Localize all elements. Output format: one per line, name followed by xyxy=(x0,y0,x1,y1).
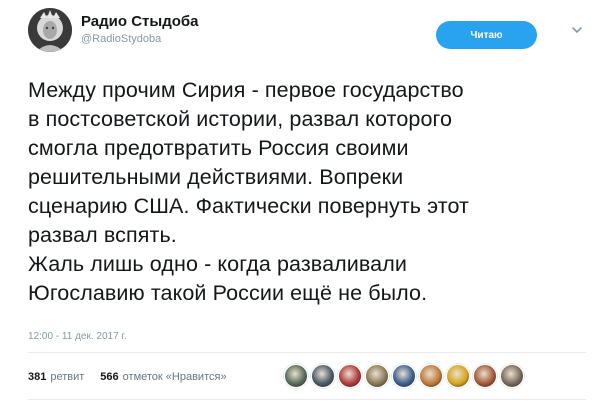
retweets-count[interactable]: 381 xyxy=(28,371,46,383)
liker-avatar[interactable] xyxy=(500,364,524,388)
liker-avatar[interactable] xyxy=(419,364,443,388)
tweet-card: Радио Стыдоба @RadioStydoba Читаю Между … xyxy=(0,0,600,412)
author-info: Радио Стыдоба @RadioStydoba xyxy=(81,13,199,47)
liker-avatar[interactable] xyxy=(446,364,470,388)
liker-avatar[interactable] xyxy=(311,364,335,388)
tweet-text-line: смогла предотвратить Россия своими xyxy=(28,136,409,160)
liker-avatar[interactable] xyxy=(284,364,308,388)
tweet-text-line: решительными действиями. Вопреки xyxy=(28,165,404,189)
likes-count[interactable]: 566 xyxy=(100,371,118,383)
tweet-text-line: Жаль лишь одно - когда разваливали xyxy=(28,252,407,276)
divider xyxy=(28,352,586,353)
liker-avatars xyxy=(284,364,527,388)
liker-avatar[interactable] xyxy=(365,364,389,388)
tweet-text-line: Югославию такой России ещё не было. xyxy=(28,281,428,305)
chevron-down-icon[interactable] xyxy=(570,23,584,37)
tweet-text-line: в постсоветской истории, развал которого xyxy=(28,107,453,131)
author-avatar[interactable] xyxy=(28,8,72,52)
statue-avatar-icon xyxy=(28,8,72,52)
divider xyxy=(28,399,586,400)
author-handle[interactable]: @RadioStydoba xyxy=(81,31,199,47)
likes-label[interactable]: отметок «Нравится» xyxy=(123,371,227,383)
tweet-text-line: сценарию США. Фактически повернуть этот xyxy=(28,194,469,218)
tweet-text-line: развал вспять. xyxy=(28,223,177,247)
tweet-timestamp[interactable]: 12:00 - 11 дек. 2017 г. xyxy=(28,331,127,342)
liker-avatar[interactable] xyxy=(473,364,497,388)
follow-button-label: Читаю xyxy=(470,29,503,41)
tweet-stats: 381 ретвит 566 отметок «Нравится» xyxy=(28,371,243,383)
follow-button[interactable]: Читаю xyxy=(436,21,537,49)
liker-avatar[interactable] xyxy=(392,364,416,388)
liker-avatar[interactable] xyxy=(338,364,362,388)
retweets-label[interactable]: ретвит xyxy=(50,371,84,383)
tweet-text: Между прочим Сирия - первое государство … xyxy=(28,76,588,308)
tweet-text-line: Между прочим Сирия - первое государство xyxy=(28,78,464,102)
author-name[interactable]: Радио Стыдоба xyxy=(81,13,199,31)
